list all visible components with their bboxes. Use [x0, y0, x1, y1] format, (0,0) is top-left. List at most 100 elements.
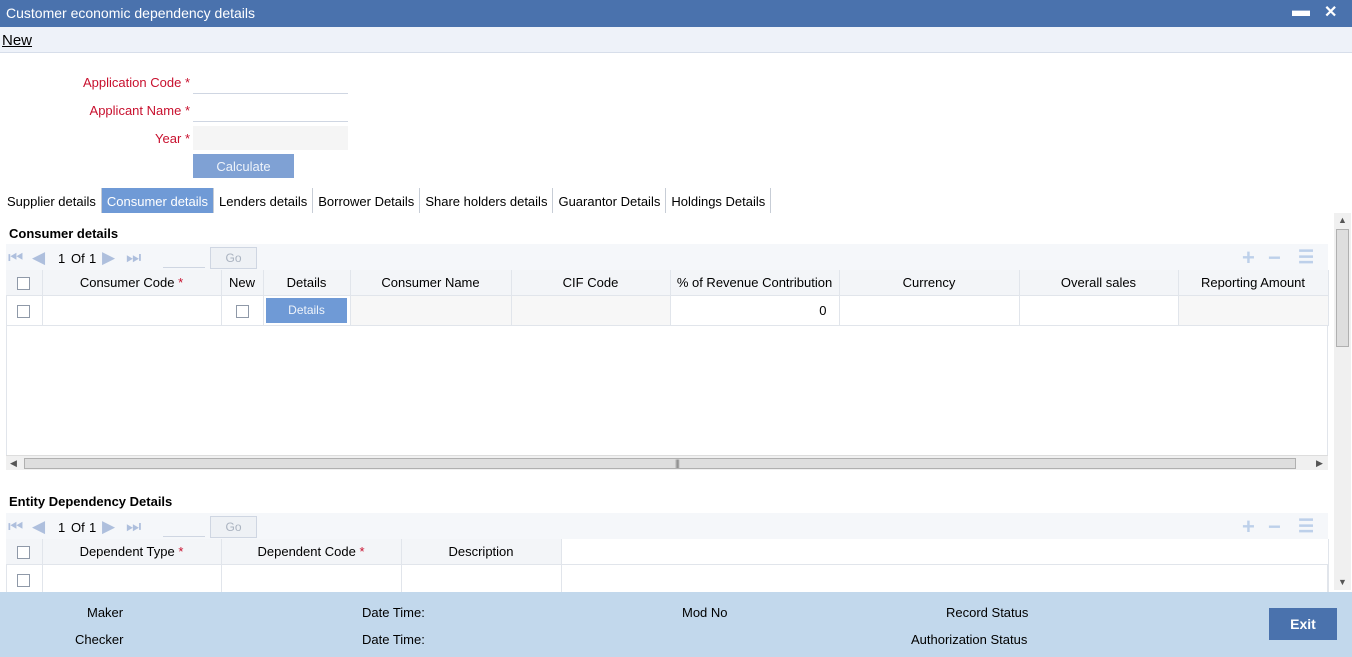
entity-pager: ⏮ ◀ 1 Of 1 ▶ ⏭ Go + − ☰ — [6, 513, 1328, 539]
row-select-cell — [6, 295, 43, 326]
checker-label: Checker — [75, 632, 124, 647]
row-select-checkbox[interactable] — [17, 573, 31, 587]
consumer-code-header: Consumer Code * — [42, 270, 222, 296]
select-all-checkbox[interactable] — [17, 276, 31, 290]
details-header: Details — [263, 270, 351, 296]
cif-code-header: CIF Code — [511, 270, 671, 296]
dependent-type-cell[interactable] — [42, 564, 222, 595]
delete-row-icon[interactable]: − — [1268, 245, 1281, 271]
mod-no-label: Mod No — [682, 605, 728, 620]
details-button[interactable]: Details — [266, 297, 347, 323]
page-current: 1 — [58, 251, 66, 266]
page-total: 1 — [89, 520, 97, 535]
next-page-icon[interactable]: ▶ — [102, 517, 115, 537]
new-checkbox[interactable] — [235, 304, 249, 318]
checker-date-time-label: Date Time: — [362, 632, 425, 647]
tab-share-holders-details[interactable]: Share holders details — [420, 188, 554, 213]
required-mark: * — [184, 75, 190, 90]
entity-section-title: Entity Dependency Details — [9, 494, 173, 509]
page-number-input[interactable] — [163, 248, 205, 268]
tab-consumer-details[interactable]: Consumer details — [101, 188, 215, 213]
consumer-grid: Consumer Code * New Details Consumer Nam… — [6, 270, 1329, 326]
view-list-icon[interactable]: ☰ — [1298, 247, 1314, 268]
page-of-label: Of — [71, 251, 85, 266]
horizontal-scroll-thumb[interactable]: ||| — [24, 458, 1296, 469]
tab-supplier-details[interactable]: Supplier details — [2, 188, 102, 213]
overall-sales-cell[interactable] — [1019, 295, 1179, 326]
dependent-type-header: Dependent Type * — [42, 539, 222, 565]
tab-holdings-details[interactable]: Holdings Details — [666, 188, 772, 213]
row-select-cell — [6, 564, 43, 595]
consumer-code-header-text: Consumer Code — [79, 274, 175, 290]
currency-cell[interactable] — [839, 295, 1020, 326]
maker-date-time-label: Date Time: — [362, 605, 425, 620]
consumer-pager: ⏮ ◀ 1 Of 1 ▶ ⏭ Go + − ☰ — [6, 244, 1328, 270]
revenue-contribution-cell[interactable]: 0 — [670, 295, 840, 326]
applicant-name-input[interactable] — [193, 98, 348, 122]
authorization-status-label: Authorization Status — [911, 632, 1028, 647]
minimize-icon[interactable]: ▬ — [1292, 0, 1310, 21]
consumer-code-cell[interactable] — [42, 295, 222, 326]
tab-borrower-details[interactable]: Borrower Details — [313, 188, 421, 213]
new-header: New — [221, 270, 264, 296]
first-page-icon[interactable]: ⏮ — [8, 248, 23, 268]
page-current: 1 — [58, 520, 66, 535]
vertical-scroll-thumb[interactable] — [1336, 229, 1349, 347]
calculate-button[interactable]: Calculate — [193, 154, 294, 178]
previous-page-icon[interactable]: ◀ — [32, 517, 45, 537]
table-row: Details 0 — [6, 295, 1329, 326]
exit-button[interactable]: Exit — [1269, 608, 1337, 640]
new-link[interactable]: New — [2, 32, 32, 49]
application-code-label-text: Application Code — [83, 75, 182, 90]
tab-lenders-details[interactable]: Lenders details — [214, 188, 314, 213]
year-input[interactable] — [193, 126, 348, 150]
go-button[interactable]: Go — [210, 247, 257, 269]
tab-guarantor-details[interactable]: Guarantor Details — [553, 188, 667, 213]
consumer-name-cell — [350, 295, 512, 326]
add-row-icon[interactable]: + — [1242, 245, 1255, 271]
page-total: 1 — [89, 251, 97, 266]
required-mark: * — [184, 131, 190, 146]
scroll-up-icon[interactable]: ▲ — [1338, 215, 1347, 225]
dependent-code-cell[interactable] — [221, 564, 402, 595]
close-icon[interactable]: ✕ — [1324, 2, 1337, 22]
window-title: Customer economic dependency details — [6, 5, 256, 21]
last-page-icon[interactable]: ⏭ — [126, 517, 141, 537]
row-select-checkbox[interactable] — [17, 304, 31, 318]
view-list-icon[interactable]: ☰ — [1298, 516, 1314, 537]
previous-page-icon[interactable]: ◀ — [32, 248, 45, 268]
vertical-scrollbar[interactable]: ▲ ▼ — [1334, 213, 1351, 590]
scroll-down-icon[interactable]: ▼ — [1338, 577, 1347, 587]
consumer-name-header: Consumer Name — [350, 270, 512, 296]
page-number-input[interactable] — [163, 517, 205, 537]
add-row-icon[interactable]: + — [1242, 514, 1255, 540]
application-code-input[interactable] — [193, 70, 348, 94]
page-of-label: Of — [71, 520, 85, 535]
currency-header: Currency — [839, 270, 1020, 296]
scroll-left-icon[interactable]: ◀ — [10, 458, 17, 469]
description-cell[interactable] — [401, 564, 562, 595]
last-page-icon[interactable]: ⏭ — [126, 248, 141, 268]
entity-grid: Dependent Type * Dependent Code * Descri… — [6, 539, 1329, 595]
record-status-label: Record Status — [946, 605, 1029, 620]
scroll-right-icon[interactable]: ▶ — [1316, 458, 1323, 469]
dependent-type-header-text: Dependent Type — [79, 543, 175, 559]
go-button[interactable]: Go — [210, 516, 257, 538]
next-page-icon[interactable]: ▶ — [102, 248, 115, 268]
new-cell — [221, 295, 264, 326]
select-all-checkbox[interactable] — [17, 545, 31, 559]
table-row — [6, 564, 1329, 595]
maker-label: Maker — [87, 605, 124, 620]
select-all-header — [6, 539, 43, 565]
reporting-amount-cell — [1178, 295, 1329, 326]
dependent-code-header-text: Dependent Code — [257, 543, 356, 559]
empty-cell — [561, 564, 1329, 594]
horizontal-scrollbar[interactable]: ◀ ||| ▶ — [6, 455, 1328, 470]
revenue-contribution-header: % of Revenue Contribution — [670, 270, 840, 296]
applicant-name-label-text: Applicant Name — [89, 103, 182, 118]
scroll-grip-icon: ||| — [675, 458, 680, 468]
description-header: Description — [401, 539, 562, 565]
first-page-icon[interactable]: ⏮ — [8, 517, 23, 537]
delete-row-icon[interactable]: − — [1268, 514, 1281, 540]
tab-bar: Supplier details Consumer details Lender… — [2, 188, 772, 213]
